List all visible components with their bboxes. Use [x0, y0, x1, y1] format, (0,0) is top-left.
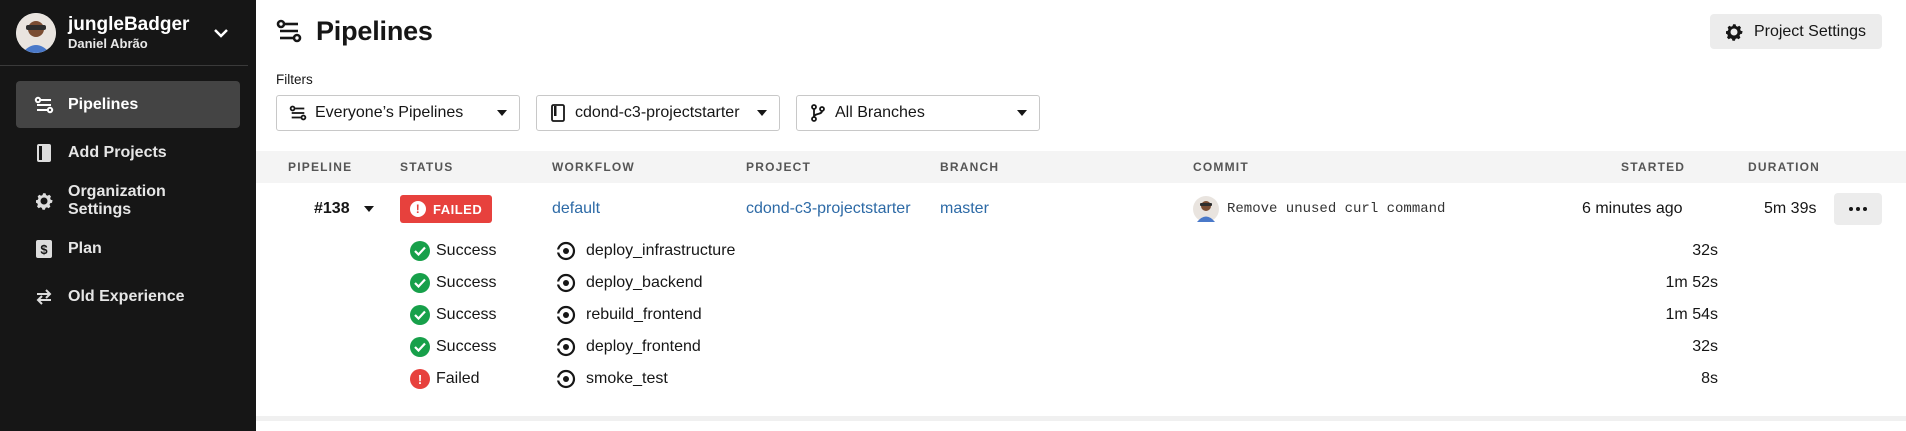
col-started: STARTED [1621, 160, 1686, 174]
more-icon [1849, 207, 1867, 211]
sidebar-item-label: Pipelines [68, 95, 139, 113]
job-status: Success [436, 274, 497, 291]
page-title: Pipelines [316, 15, 433, 46]
col-commit: COMMIT [1193, 160, 1249, 174]
pipelines-icon [276, 19, 302, 43]
col-status: STATUS [400, 160, 454, 174]
pipelines-icon [34, 95, 54, 115]
check-icon [410, 305, 430, 325]
svg-text:$: $ [40, 242, 48, 257]
main-content: Pipelines Project Settings Filters Every… [256, 0, 1906, 431]
table-header: PIPELINE STATUS WORKFLOW PROJECT BRANCH … [256, 151, 1906, 183]
job-status: Success [436, 242, 497, 259]
check-icon [410, 273, 430, 293]
job-icon [556, 369, 576, 389]
sidebar-item-organization-settings[interactable]: Organization Settings [16, 177, 240, 224]
user-name: jungleBadger [68, 13, 190, 35]
row-divider [256, 416, 1906, 421]
job-duration: 32s [1692, 338, 1718, 355]
branch-link[interactable]: master [940, 183, 989, 235]
job-duration: 32s [1692, 242, 1718, 259]
book-icon [549, 104, 567, 122]
started-time: 6 minutes ago [1582, 200, 1683, 217]
status-badge[interactable]: ! FAILED [400, 195, 493, 223]
pipeline-number[interactable]: #138 [314, 200, 350, 218]
job-icon [556, 241, 576, 261]
pipelines-icon [289, 104, 307, 122]
commit-author-avatar [1193, 196, 1219, 222]
col-duration: DURATION [1748, 160, 1821, 174]
pipeline-duration: 5m 39s [1764, 200, 1817, 217]
sidebar-item-label: Old Experience [68, 287, 185, 305]
org-switcher[interactable]: jungleBadger Daniel Abrão [0, 0, 248, 66]
gear-icon [34, 191, 54, 211]
dollar-icon: $ [34, 239, 54, 259]
job-status: Success [436, 338, 497, 355]
col-project: PROJECT [746, 160, 812, 174]
filters-label: Filters [276, 72, 313, 87]
pipeline-row[interactable]: #138 ! FAILED default cdond-c3-projectst… [256, 183, 1906, 235]
col-pipeline: PIPELINE [288, 160, 353, 174]
job-status: Success [436, 306, 497, 323]
job-duration: 8s [1701, 370, 1718, 387]
branch-icon [809, 104, 827, 122]
book-icon [34, 143, 54, 163]
job-row[interactable]: ! Failed smoke_test 8s [256, 363, 1906, 395]
sidebar-item-pipelines[interactable]: Pipelines [16, 81, 240, 128]
swap-icon [34, 287, 54, 307]
project-settings-button[interactable]: Project Settings [1709, 14, 1882, 49]
check-icon [410, 241, 430, 261]
branch-filter-value: All Branches [835, 104, 925, 121]
caret-down-icon[interactable] [363, 206, 374, 212]
project-filter-select[interactable]: cdond-c3-projectstarter [536, 95, 780, 131]
pipelines-filter-value: Everyone’s Pipelines [315, 104, 464, 121]
alert-icon: ! [410, 369, 430, 389]
branch-filter-select[interactable]: All Branches [796, 95, 1040, 131]
gear-icon [1725, 23, 1743, 41]
project-link[interactable]: cdond-c3-projectstarter [746, 183, 911, 235]
sidebar-item-old-experience[interactable]: Old Experience [16, 273, 240, 320]
chevron-down-icon[interactable] [210, 22, 232, 44]
project-settings-label: Project Settings [1753, 22, 1866, 40]
job-name-link[interactable]: deploy_backend [586, 274, 703, 292]
commit-message[interactable]: Remove unused curl command [1227, 201, 1445, 217]
caret-down-icon [1017, 110, 1027, 116]
col-workflow: WORKFLOW [552, 160, 635, 174]
job-duration: 1m 52s [1665, 274, 1718, 291]
check-icon [410, 337, 430, 357]
job-name-link[interactable]: rebuild_frontend [586, 306, 702, 324]
sidebar-item-plan[interactable]: $ Plan [16, 225, 240, 272]
pipelines-filter-select[interactable]: Everyone’s Pipelines [276, 95, 520, 131]
job-name-link[interactable]: deploy_frontend [586, 338, 701, 356]
sidebar-item-label: Add Projects [68, 143, 167, 161]
avatar [16, 12, 56, 53]
alert-icon: ! [410, 201, 426, 217]
caret-down-icon [497, 110, 507, 116]
sidebar-item-label: Plan [68, 239, 102, 257]
job-icon [556, 337, 576, 357]
sidebar: jungleBadger Daniel Abrão Pipelines Add … [0, 0, 256, 431]
job-icon [556, 305, 576, 325]
status-badge-label: FAILED [433, 201, 483, 217]
user-fullname: Daniel Abrão [68, 35, 148, 51]
col-branch: BRANCH [940, 160, 1000, 174]
job-icon [556, 273, 576, 293]
job-status: Failed [436, 370, 480, 387]
workflow-link[interactable]: default [552, 183, 600, 235]
sidebar-item-label: Organization Settings [68, 182, 166, 218]
more-actions-button[interactable] [1834, 193, 1882, 225]
caret-down-icon [757, 110, 767, 116]
job-duration: 1m 54s [1665, 306, 1718, 323]
job-row[interactable]: Success deploy_frontend 32s [256, 331, 1906, 363]
job-row[interactable]: Success rebuild_frontend 1m 54s [256, 299, 1906, 331]
sidebar-item-add-projects[interactable]: Add Projects [16, 129, 240, 176]
job-name-link[interactable]: deploy_infrastructure [586, 242, 735, 260]
job-name-link[interactable]: smoke_test [586, 370, 668, 388]
project-filter-value: cdond-c3-projectstarter [575, 104, 740, 121]
job-row[interactable]: Success deploy_backend 1m 52s [256, 267, 1906, 299]
job-row[interactable]: Success deploy_infrastructure 32s [256, 235, 1906, 267]
